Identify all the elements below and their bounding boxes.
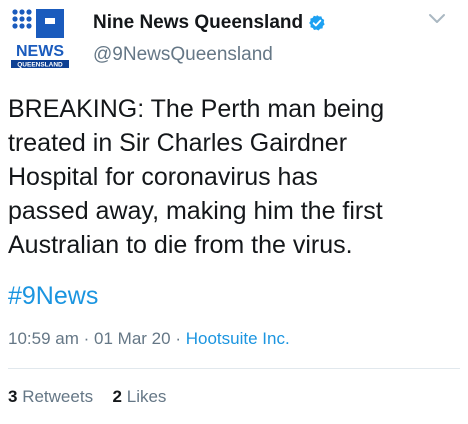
divider [8, 368, 460, 369]
tweet-source-link[interactable]: Hootsuite Inc. [186, 329, 290, 348]
retweets-label: Retweets [22, 387, 94, 406]
tweet-text: BREAKING: The Perth man being treated in… [8, 95, 385, 259]
display-name-row: Nine News Queensland [93, 8, 326, 38]
meta-separator: · [83, 329, 90, 348]
nine-news-logo: NEWS QUEENSLAND [11, 9, 69, 69]
likes-label: Likes [126, 387, 167, 406]
likes-count: 2 [112, 387, 123, 406]
likes-stat[interactable]: 2 Likes [113, 387, 167, 406]
retweets-count: 3 [8, 387, 18, 406]
tweet-date[interactable]: 01 Mar 20 [94, 329, 171, 348]
account-handle[interactable]: @9NewsQueensland [93, 44, 326, 66]
account-header: Nine News Queensland @9NewsQueensland [93, 8, 326, 66]
tweet-stats: 3 Retweets 2 Likes [8, 387, 166, 407]
tweet-card: NEWS QUEENSLAND Nine News Queensland @9N… [0, 0, 468, 424]
chevron-down-icon[interactable] [428, 12, 446, 26]
tweet-meta: 10:59 am · 01 Mar 20 · Hootsuite Inc. [8, 329, 290, 349]
verified-badge-icon [308, 14, 326, 32]
meta-separator: · [175, 329, 181, 348]
logo-brand-text: NEWS [16, 43, 64, 60]
account-avatar[interactable]: NEWS QUEENSLAND [9, 7, 71, 69]
hashtag-link[interactable]: #9News [8, 279, 98, 313]
logo-region-text: QUEENSLAND [17, 62, 63, 69]
display-name[interactable]: Nine News Queensland [93, 12, 303, 34]
tweet-time[interactable]: 10:59 am [8, 329, 79, 348]
retweets-stat[interactable]: 3 Retweets [8, 387, 98, 406]
